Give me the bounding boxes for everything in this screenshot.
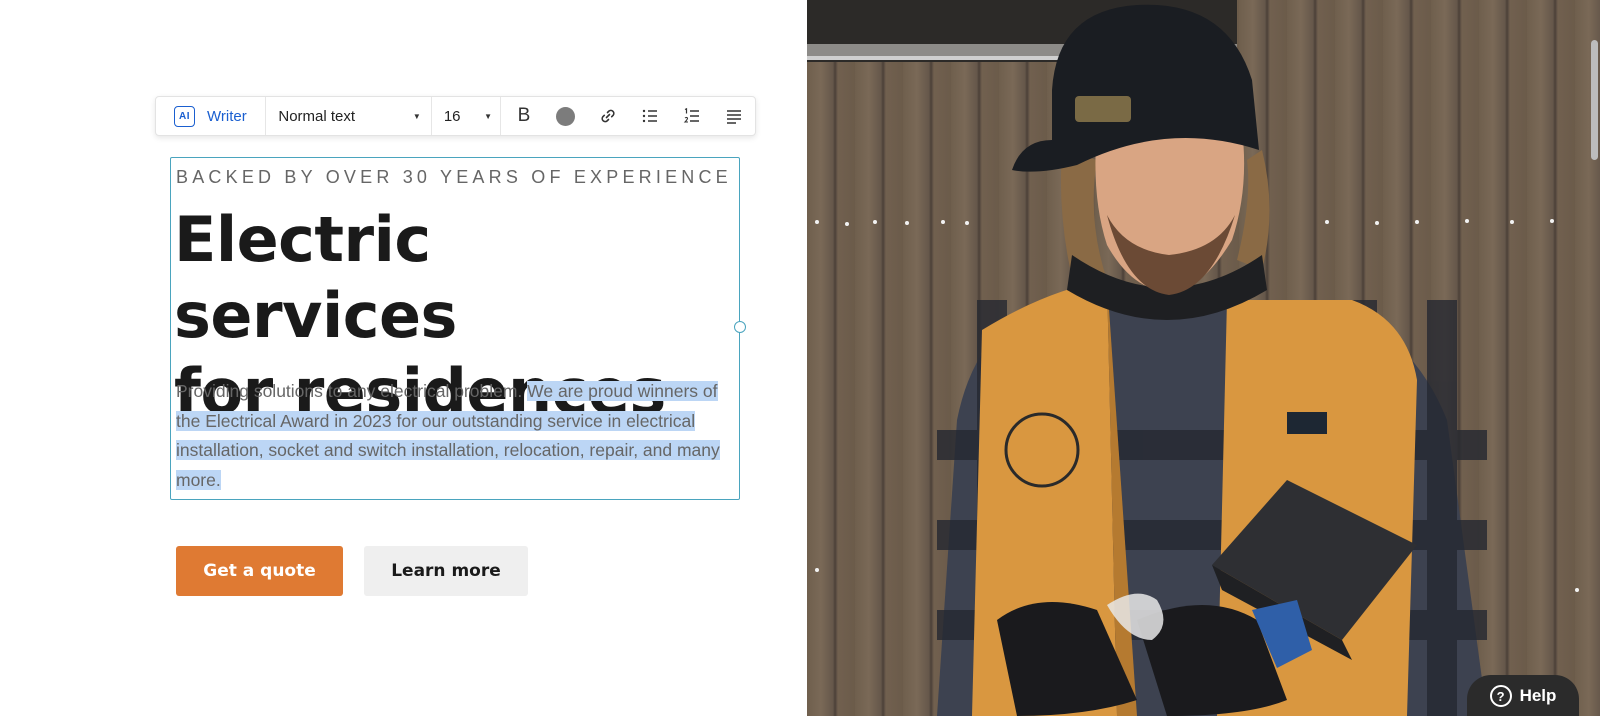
font-size-value: 16: [443, 107, 461, 125]
text-style-value: Normal text: [278, 107, 356, 125]
get-a-quote-button[interactable]: Get a quote: [176, 546, 343, 596]
link-icon: [601, 109, 615, 123]
bullet-list-button[interactable]: [629, 97, 671, 135]
chevron-down-icon: ▼: [412, 111, 421, 121]
ai-writer-label: Writer: [207, 107, 247, 125]
bold-icon: B: [517, 105, 531, 126]
editor-canvas: AI Writer Normal text ▼ 16 ▼ B BACKED BY…: [0, 0, 807, 716]
eyebrow-text: BACKED BY OVER 30 YEARS OF EXPERIENCE: [176, 167, 732, 187]
headline-line-1: Electric services: [174, 203, 457, 352]
hero-photo: [807, 0, 1600, 716]
toolbar-icon-group: B: [501, 97, 755, 135]
description-plain: Providing solutions to any electrical pr…: [176, 381, 528, 401]
help-button[interactable]: ? Help: [1467, 675, 1579, 716]
numbered-list-icon: [683, 107, 699, 123]
scrollbar-thumb[interactable]: [1591, 40, 1598, 160]
align-icon: [726, 110, 741, 124]
page: AI Writer Normal text ▼ 16 ▼ B BACKED BY…: [0, 0, 1600, 716]
help-label: Help: [1519, 686, 1557, 705]
bullet-list-icon: [642, 109, 657, 123]
numbered-list-button[interactable]: [671, 97, 713, 135]
resize-handle[interactable]: [734, 321, 746, 333]
help-icon: ?: [1489, 685, 1512, 707]
formatting-toolbar: AI Writer Normal text ▼ 16 ▼ B: [155, 96, 756, 136]
align-button[interactable]: [713, 97, 755, 135]
text-style-dropdown[interactable]: Normal text ▼: [266, 97, 432, 135]
link-button[interactable]: [587, 97, 629, 135]
bold-button[interactable]: B: [503, 97, 545, 135]
text-color-icon: [556, 106, 576, 126]
hero-description[interactable]: Providing solutions to any electrical pr…: [176, 377, 734, 495]
learn-more-button[interactable]: Learn more: [364, 546, 528, 596]
ai-writer-button[interactable]: AI Writer: [156, 97, 267, 135]
chevron-down-icon: ▼: [484, 111, 492, 121]
text-color-button[interactable]: [545, 97, 587, 135]
ai-icon: AI: [174, 105, 195, 127]
font-size-dropdown[interactable]: 16 ▼: [432, 97, 501, 135]
